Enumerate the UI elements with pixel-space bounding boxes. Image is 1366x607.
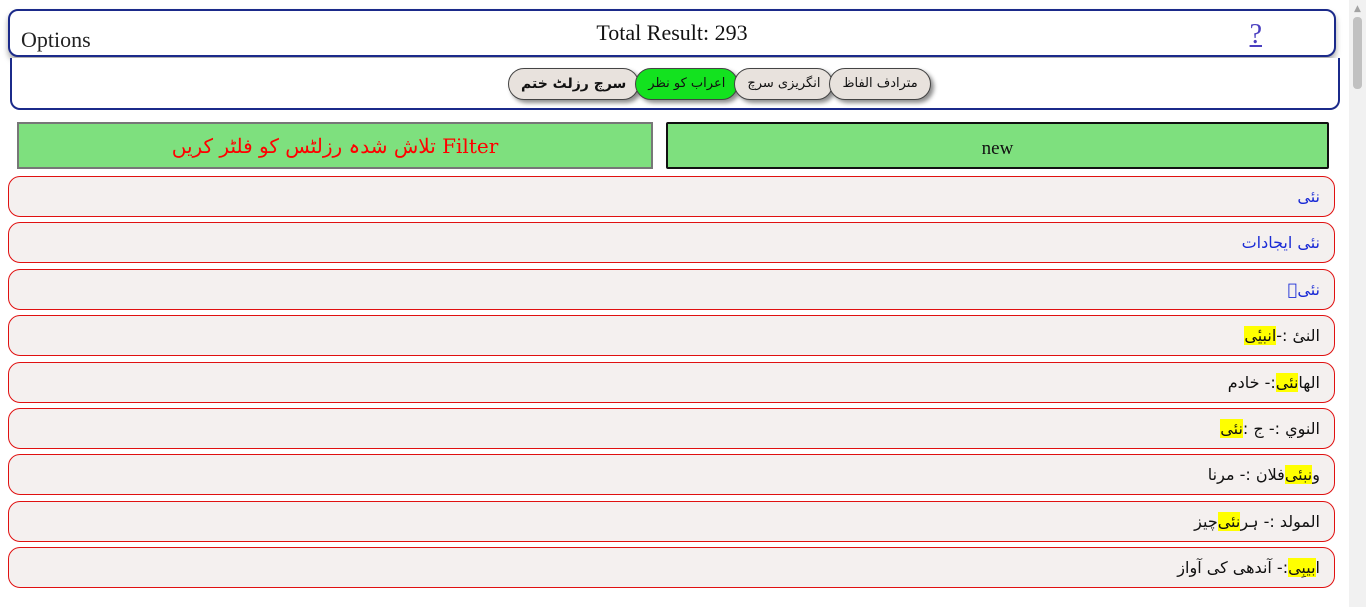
search-toolbar: سرچ رزلٹ ختم اعراب کو نظر انگریزی سرچ مت…	[10, 58, 1340, 110]
result-row[interactable]: النوي :- ج : نئی	[8, 407, 1335, 449]
result-text-suffix: نئی ایجادات	[1241, 233, 1320, 253]
results-list: نئی نئی ایجادات نئیؑ النیٔ :- انبیٔی الھا نئ…	[8, 176, 1335, 594]
toolbar-buttons: سرچ رزلٹ ختم اعراب کو نظر انگریزی سرچ مت…	[508, 68, 931, 100]
result-text-prefix: الھا	[1298, 372, 1320, 392]
result-text-prefix: و	[1312, 465, 1320, 485]
search-field-container[interactable]	[666, 122, 1329, 169]
result-row[interactable]: نئی	[8, 176, 1335, 217]
search-term-highlight: انبیٔی	[1244, 326, 1277, 346]
show-diacritics-button[interactable]: اعراب کو نظر	[635, 68, 739, 100]
result-text-suffix: :- خادم	[1227, 372, 1276, 392]
help-icon[interactable]: ?	[1250, 19, 1262, 51]
search-input[interactable]	[668, 124, 1327, 167]
result-text: نئی ایجادات	[1242, 223, 1320, 262]
result-text-prefix: المولد :- ہر	[1240, 511, 1320, 531]
scroll-thumb[interactable]	[1353, 17, 1362, 89]
result-text-prefix: النیٔ :-	[1276, 326, 1320, 346]
scroll-up-arrow-icon[interactable]: ▲	[1349, 0, 1366, 17]
result-text: الھا نئی:- خادم	[1228, 363, 1320, 402]
result-row[interactable]: المولد :- ہر نئی چیز	[8, 500, 1335, 542]
search-term-highlight: نئی	[1275, 372, 1299, 392]
clear-results-button[interactable]: سرچ رزلٹ ختم	[508, 68, 640, 100]
english-search-button[interactable]: انگریزی سرچ	[734, 68, 834, 100]
result-text-suffix: :- آندھی کی آواز	[1177, 558, 1289, 578]
result-text-suffix: چیز	[1194, 511, 1218, 531]
result-row[interactable]: و نبئی فلان :- مرنا	[8, 454, 1335, 496]
search-term-highlight: نبئی	[1284, 465, 1313, 485]
result-text-suffix: نئی	[1297, 187, 1320, 206]
synonyms-button[interactable]: مترادف الفاظ	[829, 68, 931, 100]
result-text: ا بیبِی :- آندھی کی آواز	[1177, 548, 1320, 587]
result-row[interactable]: الھا نئی:- خادم	[8, 361, 1335, 403]
result-text-prefix: النوي :- ج :	[1242, 418, 1320, 438]
result-text: المولد :- ہر نئی چیز	[1194, 502, 1320, 541]
search-term-highlight: بیبِی	[1288, 558, 1316, 578]
result-text: النیٔ :- انبیٔی	[1244, 316, 1320, 355]
result-row[interactable]: النیٔ :- انبیٔی	[8, 315, 1335, 357]
result-text: النوي :- ج : نئی	[1220, 409, 1320, 448]
result-text: نئیؑ	[1288, 270, 1320, 309]
result-text-prefix: ا	[1315, 558, 1320, 578]
total-result-count: Total Result: 293	[596, 20, 748, 45]
search-term-highlight: نئی	[1217, 511, 1241, 531]
result-text-suffix: نئیؑ	[1287, 279, 1320, 299]
filter-results-label: تلاش شدہ رزلٹس کو فلٹر کریں Filter	[17, 122, 653, 169]
result-row[interactable]: ا بیبِی :- آندھی کی آواز	[8, 547, 1335, 589]
result-row[interactable]: نئی ایجادات	[8, 222, 1335, 264]
search-term-highlight: نئی	[1220, 418, 1243, 438]
header-bar: Options Total Result: 293 ?	[8, 9, 1336, 57]
result-row[interactable]: نئیؑ	[8, 268, 1335, 310]
result-text: و نبئی فلان :- مرنا	[1208, 455, 1320, 494]
scrollbar[interactable]: ▲	[1349, 0, 1366, 607]
result-text-suffix: فلان :- مرنا	[1207, 465, 1285, 485]
result-text: نئی	[1297, 177, 1320, 216]
